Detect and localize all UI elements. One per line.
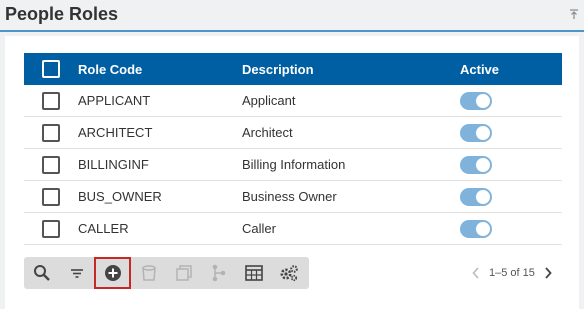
row-checkbox[interactable] (42, 219, 60, 238)
row-checkbox[interactable] (42, 155, 60, 174)
grid-toolbar (24, 257, 309, 289)
select-all-checkbox[interactable] (42, 60, 60, 78)
row-checkbox[interactable] (42, 91, 60, 110)
role-code-cell: APPLICANT (78, 93, 151, 108)
active-toggle[interactable] (460, 155, 492, 174)
description-cell: Caller (242, 221, 276, 236)
column-header-role-code[interactable]: Role Code (78, 62, 242, 77)
filter-button[interactable] (59, 257, 94, 289)
description-cell: Applicant (242, 93, 296, 108)
pin-icon[interactable] (568, 8, 580, 20)
copy-button[interactable] (166, 257, 201, 289)
description-cell: Architect (242, 125, 293, 140)
add-button[interactable] (94, 257, 131, 289)
settings-icon (280, 265, 298, 282)
active-toggle[interactable] (460, 91, 492, 110)
role-code-cell: BUS_OWNER (78, 189, 162, 204)
delete-button[interactable] (131, 257, 166, 289)
column-header-description[interactable]: Description (242, 62, 460, 77)
role-code-cell: BILLINGINF (78, 157, 149, 172)
grid-view-button[interactable] (236, 257, 271, 289)
active-toggle[interactable] (460, 123, 492, 142)
active-toggle[interactable] (460, 187, 492, 206)
row-checkbox[interactable] (42, 187, 60, 206)
hierarchy-button[interactable] (201, 257, 236, 289)
chevron-left-icon (472, 267, 479, 279)
table-row[interactable]: ARCHITECT Architect (24, 117, 562, 149)
active-toggle[interactable] (460, 219, 492, 238)
filter-icon (70, 269, 83, 278)
description-cell: Business Owner (242, 189, 337, 204)
grid-icon (244, 265, 263, 281)
table-row[interactable]: APPLICANT Applicant (24, 85, 562, 117)
column-header-active[interactable]: Active (460, 62, 562, 77)
description-cell: Billing Information (242, 157, 346, 172)
roles-table: Role Code Description Active APPLICANT A… (24, 53, 562, 245)
page-header: People Roles (0, 0, 584, 32)
row-checkbox[interactable] (42, 123, 60, 142)
settings-button[interactable] (271, 257, 306, 289)
role-code-cell: CALLER (78, 221, 129, 236)
table-row[interactable]: CALLER Caller (24, 213, 562, 245)
role-code-cell: ARCHITECT (78, 125, 153, 140)
search-icon (33, 265, 50, 281)
table-header: Role Code Description Active (24, 53, 562, 85)
page-title: People Roles (5, 4, 119, 24)
table-row[interactable]: BILLINGINF Billing Information (24, 149, 562, 181)
search-button[interactable] (24, 257, 59, 289)
delete-icon (141, 265, 156, 281)
pagination: 1–5 of 15 (469, 265, 555, 281)
hierarchy-icon (212, 264, 225, 282)
add-icon (104, 265, 121, 281)
table-row[interactable]: BUS_OWNER Business Owner (24, 181, 562, 213)
roles-card: Role Code Description Active APPLICANT A… (5, 36, 579, 309)
prev-page-button[interactable] (469, 265, 483, 281)
chevron-right-icon (545, 267, 552, 279)
select-all-cell (24, 60, 78, 78)
copy-icon (175, 265, 192, 281)
next-page-button[interactable] (541, 265, 555, 281)
page-range: 1–5 of 15 (489, 267, 535, 279)
